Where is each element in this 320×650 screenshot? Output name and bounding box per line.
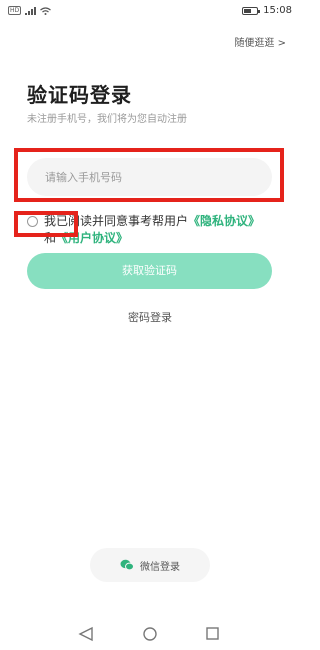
wechat-login-button[interactable]: 微信登录 xyxy=(90,548,210,582)
signal-icon xyxy=(25,6,37,15)
get-verification-code-button[interactable]: 获取验证码 xyxy=(27,253,272,289)
nav-home-icon[interactable] xyxy=(143,627,157,641)
status-time: 15:08 xyxy=(263,5,292,16)
status-bar: HD 57 15:08 xyxy=(0,0,300,24)
page-subtitle: 未注册手机号，我们将为您自动注册 xyxy=(27,114,187,125)
browse-casually-link[interactable]: 随便逛逛 > xyxy=(234,34,286,49)
battery-icon xyxy=(242,6,261,15)
privacy-agreement-link[interactable]: 《隐私协议》 xyxy=(188,214,260,228)
navigation-bar-icons xyxy=(78,626,219,642)
highlight-box-agreement xyxy=(14,211,78,237)
battery-level-fill xyxy=(244,8,251,13)
nav-back-icon[interactable] xyxy=(78,626,93,642)
wechat-icon xyxy=(120,559,134,571)
status-bar-left: HD xyxy=(8,6,52,15)
nav-recents-icon[interactable] xyxy=(206,627,219,640)
password-login-link[interactable]: 密码登录 xyxy=(0,309,300,325)
navigation-bar xyxy=(0,620,300,650)
status-bar-right: 57 15:08 xyxy=(242,5,292,16)
network-chip: HD xyxy=(8,6,22,15)
agreement-text: 我已阅读并同意事考帮用户《隐私协议》 和《用户协议》 xyxy=(44,213,280,247)
page-title: 验证码登录 xyxy=(27,83,132,107)
wifi-icon xyxy=(40,6,52,15)
wechat-login-label: 微信登录 xyxy=(140,561,180,573)
highlight-box-phone xyxy=(14,148,284,202)
